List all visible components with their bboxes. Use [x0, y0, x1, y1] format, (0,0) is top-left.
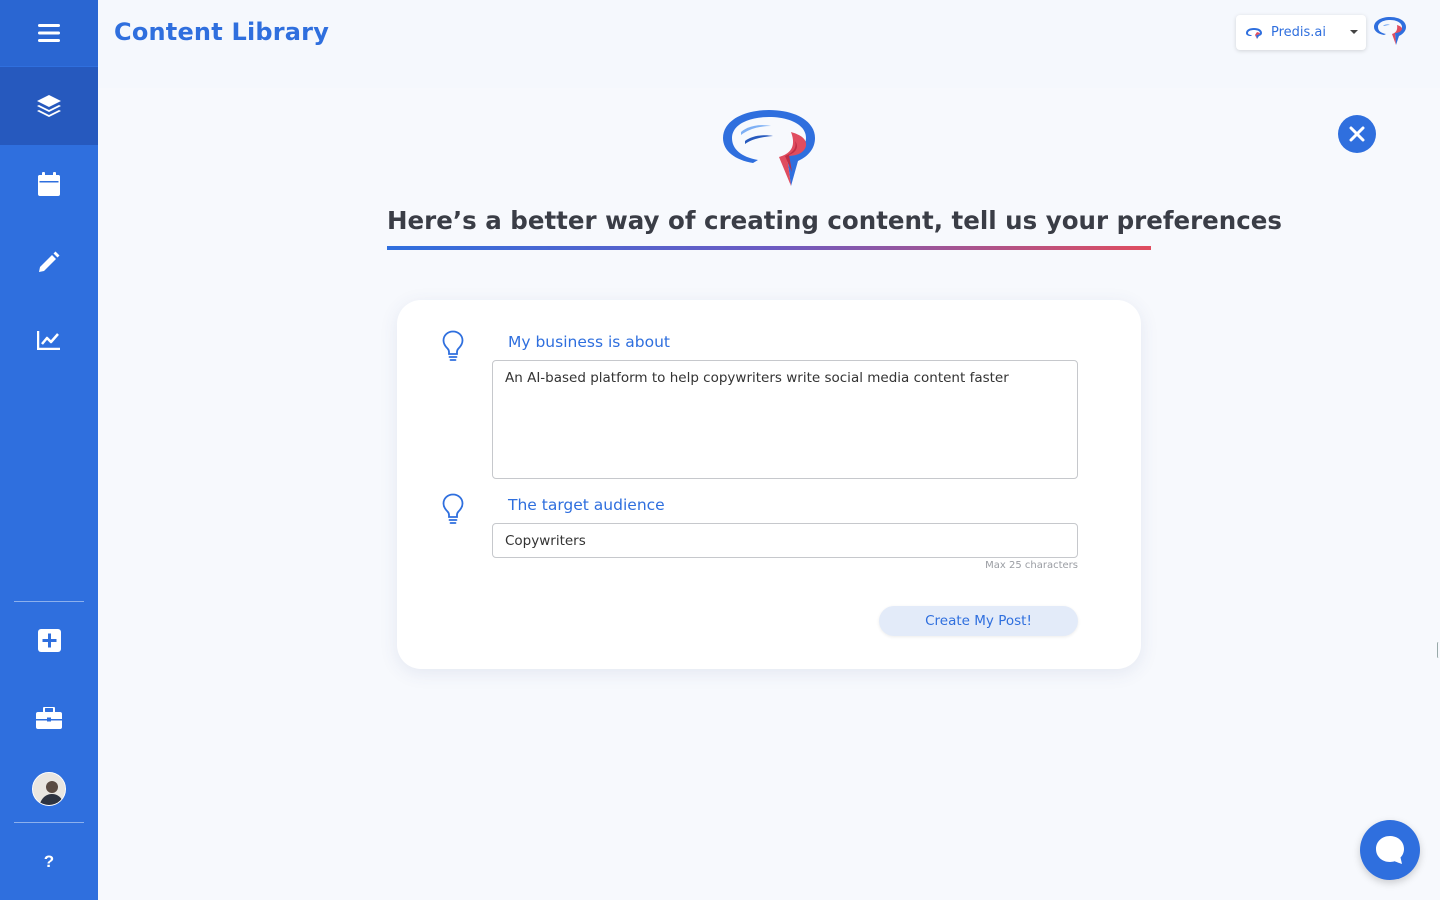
add-box-icon: [37, 628, 61, 652]
layers-icon: [37, 95, 61, 117]
brand-select[interactable]: Predis.ai: [1236, 15, 1366, 50]
sidebar-item-create[interactable]: [0, 601, 98, 679]
business-label: My business is about: [508, 333, 670, 351]
close-icon: [1349, 126, 1365, 142]
lightbulb-icon: [442, 493, 464, 524]
calendar-icon: [38, 172, 60, 196]
help-icon: ?: [43, 851, 55, 871]
headline-underline: [387, 246, 1151, 250]
user-avatar-button[interactable]: [0, 757, 98, 821]
sidebar: ?: [0, 0, 98, 900]
help-button[interactable]: ?: [0, 823, 98, 900]
sidebar-item-editor[interactable]: [0, 223, 98, 301]
predis-logo: [1373, 16, 1407, 50]
chat-bubble-icon: [1376, 836, 1404, 864]
sidebar-item-analytics[interactable]: [0, 301, 98, 379]
brand-select-value: Predis.ai: [1271, 25, 1327, 40]
audience-input[interactable]: [492, 523, 1078, 558]
chat-button[interactable]: [1360, 820, 1420, 880]
create-post-button[interactable]: Create My Post!: [879, 606, 1078, 636]
business-textarea[interactable]: An AI-based platform to help copywriters…: [492, 360, 1078, 479]
sidebar-item-content-library[interactable]: [0, 67, 98, 145]
top-header: Content Library Predis.ai: [98, 0, 1440, 88]
chevron-down-icon: [1350, 30, 1358, 34]
pencil-icon: [39, 251, 60, 272]
predis-main-logo: [721, 108, 817, 192]
menu-button[interactable]: [0, 0, 98, 66]
sidebar-item-calendar[interactable]: [0, 145, 98, 223]
audience-hint: Max 25 characters: [985, 560, 1078, 571]
lightbulb-icon: [442, 330, 464, 361]
briefcase-icon: [36, 707, 62, 729]
sidebar-item-brands[interactable]: [0, 679, 98, 757]
chart-icon: [37, 331, 60, 350]
headline: Here’s a better way of creating content,…: [387, 206, 1282, 235]
audience-label: The target audience: [508, 496, 665, 514]
avatar: [32, 772, 66, 806]
page-title: Content Library: [114, 18, 330, 46]
menu-icon: [38, 24, 60, 42]
predis-logo-icon: [1246, 27, 1262, 39]
close-button[interactable]: [1338, 115, 1376, 153]
preferences-card: My business is about An AI-based platfor…: [397, 300, 1141, 669]
